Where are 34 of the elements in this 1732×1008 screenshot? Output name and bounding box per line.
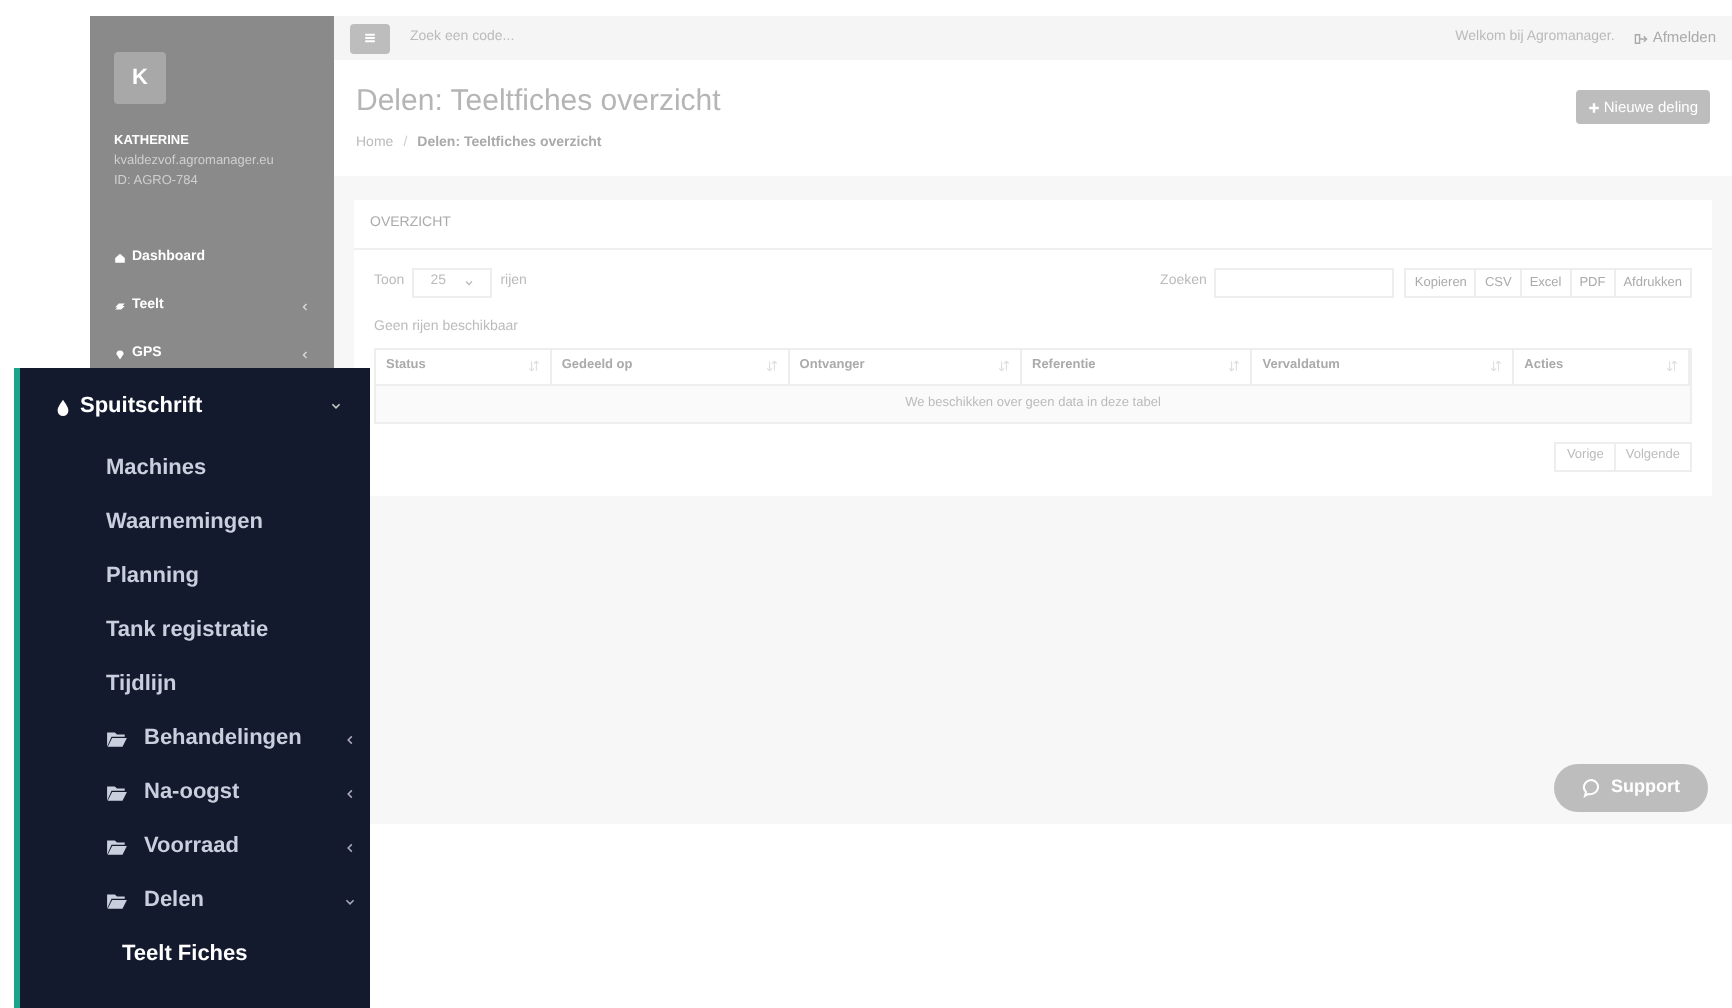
layers-icon	[114, 300, 126, 313]
sort-icon	[527, 360, 540, 372]
menu-item[interactable]: Na-oogst	[20, 766, 370, 820]
logout-icon	[1634, 31, 1649, 45]
menu-item[interactable]: Voorraad	[20, 820, 370, 874]
menu-icon	[362, 30, 378, 46]
menu-item[interactable]: Behandelingen	[20, 712, 370, 766]
drop-icon	[54, 397, 72, 415]
page-title: Delen: Teeltfiches overzicht	[356, 82, 721, 122]
sort-icon	[1490, 360, 1503, 372]
chat-icon	[1581, 778, 1601, 798]
menu-item[interactable]: Delen	[20, 874, 370, 928]
folder-icon	[106, 782, 128, 804]
menu-item[interactable]: Tijdlijn	[20, 658, 370, 712]
menu-button[interactable]	[350, 23, 390, 53]
sort-icon	[765, 360, 778, 372]
menu-item[interactable]: Waarnemingen	[20, 496, 370, 550]
plus-icon	[1587, 101, 1600, 113]
avatar: K	[114, 52, 166, 104]
submenu-item[interactable]: Teelt Fiches	[20, 928, 370, 982]
sort-icon	[1228, 360, 1241, 372]
pin-icon	[114, 348, 126, 361]
home-icon	[114, 252, 126, 265]
folder-icon	[106, 836, 128, 858]
menu-item[interactable]: Tank registratie	[20, 604, 370, 658]
sort-icon	[998, 360, 1010, 372]
caret-icon	[464, 278, 475, 288]
support-button[interactable]: Support	[1553, 764, 1708, 812]
menu-item[interactable]: Machines	[20, 442, 370, 496]
menu-item[interactable]: Planning	[20, 550, 370, 604]
sort-icon	[1665, 360, 1678, 372]
folder-icon	[106, 728, 128, 750]
folder-icon	[106, 890, 128, 912]
menu-section[interactable]: Spuitschrift	[20, 390, 370, 422]
